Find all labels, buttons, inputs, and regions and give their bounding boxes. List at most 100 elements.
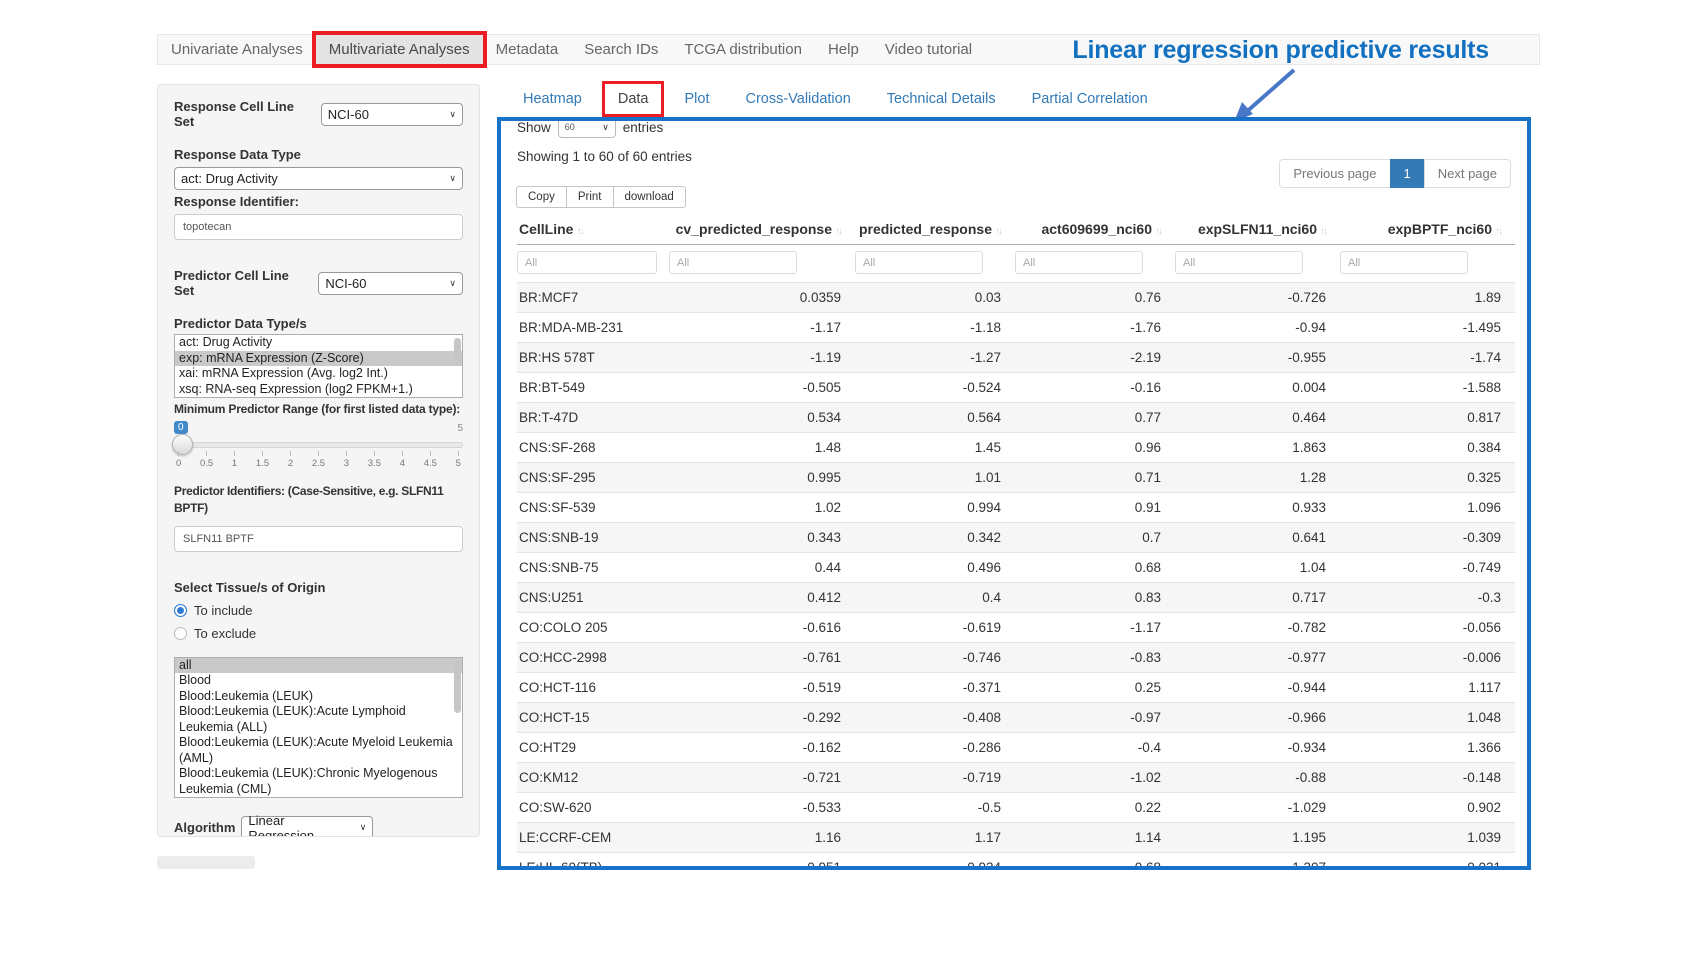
filter-cell-cv-predicted-response [669, 245, 855, 283]
tab-technical-details[interactable]: Technical Details [874, 84, 1009, 114]
predictor-identifiers-input[interactable] [174, 526, 463, 552]
scrollbar-thumb[interactable] [454, 338, 461, 364]
tissue-listbox[interactable]: allBloodBlood:Leukemia (LEUK)Blood:Leuke… [174, 657, 463, 799]
show-label: Show [517, 120, 551, 135]
nav-item-search-ids[interactable]: Search IDs [571, 35, 671, 64]
option-xai-mrna-expression-avg-log2-int[interactable]: xai: mRNA Expression (Avg. log2 Int.) [175, 366, 462, 382]
show-entries-select[interactable]: 60 ∨ [558, 117, 616, 138]
cell-value: -1.029 [1175, 793, 1340, 823]
option-blood-leukemia-leuk-acute-myeloid-leukemia-aml[interactable]: Blood:Leukemia (LEUK):Acute Myeloid Leuk… [175, 735, 462, 766]
table-header-row: CellLine↑↓cv_predicted_response↑↓predict… [517, 216, 1515, 245]
col-header-expbptf-nci60[interactable]: expBPTF_nci60↑↓ [1340, 216, 1515, 245]
scrollbar-thumb[interactable] [454, 661, 461, 713]
cell-value: 0.817 [1340, 403, 1515, 433]
radio-icon [174, 604, 187, 617]
tick-mark [430, 451, 431, 456]
filter-cell-expbptf-nci60 [1340, 245, 1515, 283]
filter-input-predicted-response[interactable] [855, 251, 983, 274]
cell-value: -0.966 [1175, 703, 1340, 733]
download-button[interactable]: download [613, 186, 686, 208]
cell-value: 0.995 [669, 463, 855, 493]
option-xsq-rna-seq-expression-log2-fpkm-1[interactable]: xsq: RNA-seq Expression (log2 FPKM+1.) [175, 382, 462, 398]
radio-icon [174, 627, 187, 640]
response-data-type-select[interactable]: act: Drug Activity ∨ [174, 167, 463, 190]
algorithm-select[interactable]: Linear Regression ∨ [241, 816, 373, 837]
cell-line: LE:CCRF-CEM [517, 823, 669, 853]
tick-label: 3.5 [368, 458, 381, 469]
results-table: CellLine↑↓cv_predicted_response↑↓predict… [517, 216, 1515, 870]
nav-item-help[interactable]: Help [815, 35, 872, 64]
cell-line: BR:MDA-MB-231 [517, 313, 669, 343]
tab-plot[interactable]: Plot [671, 84, 722, 114]
col-header-cellline[interactable]: CellLine↑↓ [517, 216, 669, 245]
filter-input-cellline[interactable] [517, 251, 657, 274]
print-button[interactable]: Print [566, 186, 614, 208]
page-number-button[interactable]: 1 [1390, 159, 1425, 188]
option-blood[interactable]: Blood [175, 673, 462, 689]
tab-heatmap[interactable]: Heatmap [510, 84, 595, 114]
tab-cross-validation[interactable]: Cross-Validation [732, 84, 863, 114]
cell-value: 0.384 [1340, 433, 1515, 463]
cell-value: -0.533 [669, 793, 855, 823]
cell-value: 1.366 [1340, 733, 1515, 763]
nav-item-tcga-distribution[interactable]: TCGA distribution [671, 35, 815, 64]
response-cell-line-set-select[interactable]: NCI-60 ∨ [321, 103, 463, 126]
cell-value: 0.68 [1015, 553, 1175, 583]
response-identifier-input[interactable] [174, 214, 463, 240]
cell-value: -1.27 [855, 343, 1015, 373]
tick-label: 4.5 [424, 458, 437, 469]
tick-label: 1.5 [256, 458, 269, 469]
option-blood-leukemia-leuk-acute-lymphoid-leukemia-all[interactable]: Blood:Leukemia (LEUK):Acute Lymphoid Leu… [175, 704, 462, 735]
nav-item-metadata[interactable]: Metadata [483, 35, 572, 64]
option-all[interactable]: all [175, 658, 462, 674]
next-page-button[interactable]: Next page [1424, 159, 1511, 188]
filter-input-expslfn11-nci60[interactable] [1175, 251, 1303, 274]
cell-line: BR:HS 578T [517, 343, 669, 373]
filter-input-cv-predicted-response[interactable] [669, 251, 797, 274]
radio-to-include[interactable]: To include [174, 603, 463, 618]
cell-value: 1.01 [855, 463, 1015, 493]
min-predictor-range-slider: 0 5 00.511.522.533.544.55 [174, 421, 463, 477]
cell-line: CO:COLO 205 [517, 613, 669, 643]
nav-item-univariate-analyses[interactable]: Univariate Analyses [158, 35, 316, 64]
tab-data[interactable]: Data [605, 84, 662, 114]
option-blood-leukemia-leuk-chronic-myelogenous-leukemia-cml[interactable]: Blood:Leukemia (LEUK):Chronic Myelogenou… [175, 766, 462, 797]
cell-line: CNS:SF-539 [517, 493, 669, 523]
cell-value: -0.955 [1175, 343, 1340, 373]
filter-input-expbptf-nci60[interactable] [1340, 251, 1468, 274]
cell-value: 0.25 [1015, 673, 1175, 703]
predictor-data-types-listbox[interactable]: act: Drug Activityexp: mRNA Expression (… [174, 334, 463, 398]
option-act-drug-activity[interactable]: act: Drug Activity [175, 335, 462, 351]
col-header-act609699-nci60[interactable]: act609699_nci60↑↓ [1015, 216, 1175, 245]
table-row: BR:T-47D0.5340.5640.770.4640.817 [517, 403, 1515, 433]
option-exp-mrna-expression-z-score[interactable]: exp: mRNA Expression (Z-Score) [175, 351, 462, 367]
cell-line: CNS:SF-268 [517, 433, 669, 463]
slider-tick: 0.5 [200, 451, 213, 469]
filter-input-act609699-nci60[interactable] [1015, 251, 1143, 274]
filter-cell-expslfn11-nci60 [1175, 245, 1340, 283]
cell-value: 0.564 [855, 403, 1015, 433]
tick-mark [178, 451, 179, 456]
cell-value: -0.519 [669, 673, 855, 703]
predictor-cell-line-set-select[interactable]: NCI-60 ∨ [318, 272, 463, 295]
filter-cell-act609699-nci60 [1015, 245, 1175, 283]
previous-page-button[interactable]: Previous page [1279, 159, 1390, 188]
option-blood-leukemia-leuk[interactable]: Blood:Leukemia (LEUK) [175, 689, 462, 705]
cell-value: 1.28 [1175, 463, 1340, 493]
slider-tick: 2 [288, 451, 293, 469]
nav-item-video-tutorial[interactable]: Video tutorial [872, 35, 985, 64]
copy-button[interactable]: Copy [516, 186, 567, 208]
nav-item-multivariate-analyses[interactable]: Multivariate Analyses [316, 35, 483, 64]
tab-partial-correlation[interactable]: Partial Correlation [1019, 84, 1161, 114]
cell-value: 0.91 [1015, 493, 1175, 523]
col-header-cv-predicted-response[interactable]: cv_predicted_response↑↓ [669, 216, 855, 245]
cell-line: BR:MCF7 [517, 283, 669, 313]
results-panel: Show 60 ∨ entries Showing 1 to 60 of 60 … [497, 117, 1531, 870]
col-header-expslfn11-nci60[interactable]: expSLFN11_nci60↑↓ [1175, 216, 1340, 245]
algorithm-label: Algorithm [174, 820, 235, 835]
slider-track[interactable] [174, 442, 463, 448]
cell-value: 0.22 [1015, 793, 1175, 823]
cell-value: -0.056 [1340, 613, 1515, 643]
col-header-predicted-response[interactable]: predicted_response↑↓ [855, 216, 1015, 245]
radio-to-exclude[interactable]: To exclude [174, 626, 463, 641]
